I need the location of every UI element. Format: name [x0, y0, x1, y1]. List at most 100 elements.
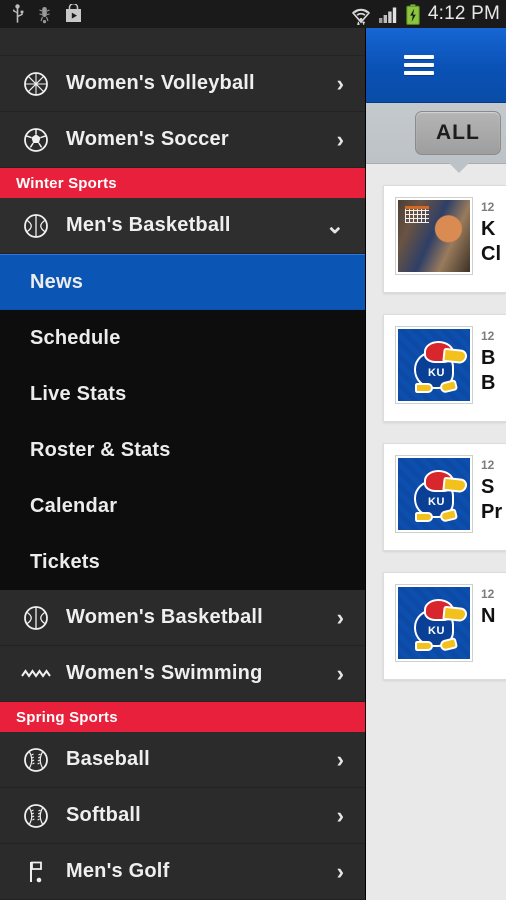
card-date: 12	[481, 458, 495, 472]
submenu-item-label: Live Stats	[30, 382, 127, 405]
card-text: 12 N	[481, 585, 495, 661]
card-text: 12 S Pr	[481, 456, 502, 532]
hamburger-bar	[404, 71, 434, 75]
status-bar-left-icons	[10, 4, 83, 24]
hamburger-bar	[404, 55, 434, 59]
sidebar-item-label: Women's Volleyball	[66, 72, 255, 94]
section-header-label: Spring Sports	[16, 708, 118, 726]
volleyball-icon	[16, 71, 56, 97]
chevron-right-icon: ›	[336, 746, 344, 772]
basketball-photo	[398, 200, 470, 272]
swimming-waves-icon	[16, 666, 56, 682]
status-bar-right-icons: 4:12 PM	[350, 3, 500, 25]
play-store-icon	[66, 4, 81, 22]
chevron-right-icon: ›	[336, 70, 344, 96]
golf-flag-icon	[16, 859, 56, 885]
card-thumbnail	[396, 198, 472, 274]
sidebar-item-label: Women's Swimming	[66, 662, 263, 684]
sidebar-item-label: Women's Basketball	[66, 606, 263, 628]
debug-icon	[39, 7, 50, 24]
navigation-drawer: Women's Volleyball › Women's Soccer › Wi…	[0, 28, 366, 900]
content-pane: ALL 12 K Cl KU 12 B B KU 12 S Pr KU 12 N	[366, 28, 506, 900]
card-date: 12	[481, 329, 495, 343]
signal-icon	[378, 7, 397, 23]
basketball-icon	[16, 605, 56, 631]
baseball-icon	[16, 747, 56, 773]
jayhawk-ku-text: KU	[428, 625, 445, 637]
card-title-line2: B	[481, 372, 496, 394]
chevron-right-icon: ›	[336, 604, 344, 630]
ku-jayhawk-logo: KU	[398, 329, 470, 401]
chevron-right-icon: ›	[336, 858, 344, 884]
jayhawk-foot	[415, 383, 433, 393]
hamburger-icon[interactable]	[404, 51, 434, 79]
chevron-down-icon: ⌄	[325, 212, 344, 238]
usb-icon	[13, 4, 24, 23]
submenu-item-label: Roster & Stats	[30, 438, 171, 461]
card-thumbnail: KU	[396, 456, 472, 532]
basketball-icon	[16, 213, 56, 239]
submenu-item-label: Schedule	[30, 326, 121, 349]
submenu-item-live-stats[interactable]: Live Stats	[0, 366, 366, 422]
card-title-line1: S	[481, 476, 495, 498]
list-item[interactable]: KU 12 S Pr	[383, 443, 506, 551]
app-header	[366, 28, 506, 103]
card-text: 12 K Cl	[481, 198, 501, 274]
submenu-item-schedule[interactable]: Schedule	[0, 310, 366, 366]
list-item[interactable]: 12 K Cl	[383, 185, 506, 293]
card-thumbnail: KU	[396, 327, 472, 403]
chevron-right-icon: ›	[336, 802, 344, 828]
submenu-item-label: Calendar	[30, 494, 118, 517]
drawer-edge	[365, 28, 366, 900]
list-item[interactable]: KU 12 B B	[383, 314, 506, 422]
submenu-item-news[interactable]: News	[0, 254, 366, 310]
card-date: 12	[481, 587, 495, 601]
section-header-spring-sports: Spring Sports	[0, 702, 366, 732]
jayhawk-beak	[442, 347, 468, 365]
battery-charging-icon	[406, 4, 420, 25]
jayhawk-ku-text: KU	[428, 367, 445, 379]
app-root: 4:12 PM ALL 12 K Cl KU 12 B B KU 12 S Pr…	[0, 0, 506, 900]
card-text: 12 B B	[481, 327, 495, 403]
sidebar-item-label: Women's Soccer	[66, 128, 229, 150]
sidebar-item-baseball[interactable]: Baseball ›	[0, 732, 366, 788]
section-header-winter-sports: Winter Sports	[0, 168, 366, 198]
ku-jayhawk-logo: KU	[398, 587, 470, 659]
sidebar-item-label: Men's Golf	[66, 860, 170, 882]
section-header-label: Winter Sports	[16, 174, 117, 192]
submenu-item-tickets[interactable]: Tickets	[0, 534, 366, 590]
submenu-item-label: News	[30, 270, 84, 293]
card-title-line2: Cl	[481, 243, 501, 265]
filter-all-button[interactable]: ALL	[415, 111, 501, 155]
sidebar-item-womens-swimming[interactable]: Women's Swimming ›	[0, 646, 366, 702]
sidebar-item-partial-top[interactable]	[0, 28, 366, 56]
sidebar-item-label: Men's Basketball	[66, 214, 231, 236]
submenu-item-calendar[interactable]: Calendar	[0, 478, 366, 534]
card-title-line1: N	[481, 605, 496, 627]
sidebar-item-womens-volleyball[interactable]: Women's Volleyball ›	[0, 56, 366, 112]
card-title-line1: B	[481, 347, 496, 369]
wifi-icon	[351, 8, 370, 25]
soccer-ball-icon	[16, 127, 56, 153]
chevron-right-icon: ›	[336, 660, 344, 686]
sidebar-item-womens-soccer[interactable]: Women's Soccer ›	[0, 112, 366, 168]
sidebar-item-label: Baseball	[66, 748, 150, 770]
submenu-mens-basketball: News Schedule Live Stats Roster & Stats …	[0, 254, 366, 590]
status-bar: 4:12 PM	[0, 0, 506, 28]
card-title-line1: K	[481, 218, 496, 240]
ku-jayhawk-logo: KU	[398, 458, 470, 530]
jayhawk-ku-text: KU	[428, 496, 445, 508]
submenu-item-label: Tickets	[30, 550, 100, 573]
sidebar-item-mens-golf[interactable]: Men's Golf ›	[0, 844, 366, 900]
card-thumbnail: KU	[396, 585, 472, 661]
submenu-item-roster-stats[interactable]: Roster & Stats	[0, 422, 366, 478]
jayhawk-beak	[442, 605, 468, 623]
softball-icon	[16, 803, 56, 829]
filter-caret-icon	[448, 162, 470, 173]
sidebar-item-womens-basketball[interactable]: Women's Basketball ›	[0, 590, 366, 646]
list-item[interactable]: KU 12 N	[383, 572, 506, 680]
sidebar-item-softball[interactable]: Softball ›	[0, 788, 366, 844]
sidebar-item-mens-basketball[interactable]: Men's Basketball ⌄	[0, 198, 366, 254]
filter-bar: ALL	[366, 103, 506, 173]
jayhawk-foot	[415, 641, 433, 651]
